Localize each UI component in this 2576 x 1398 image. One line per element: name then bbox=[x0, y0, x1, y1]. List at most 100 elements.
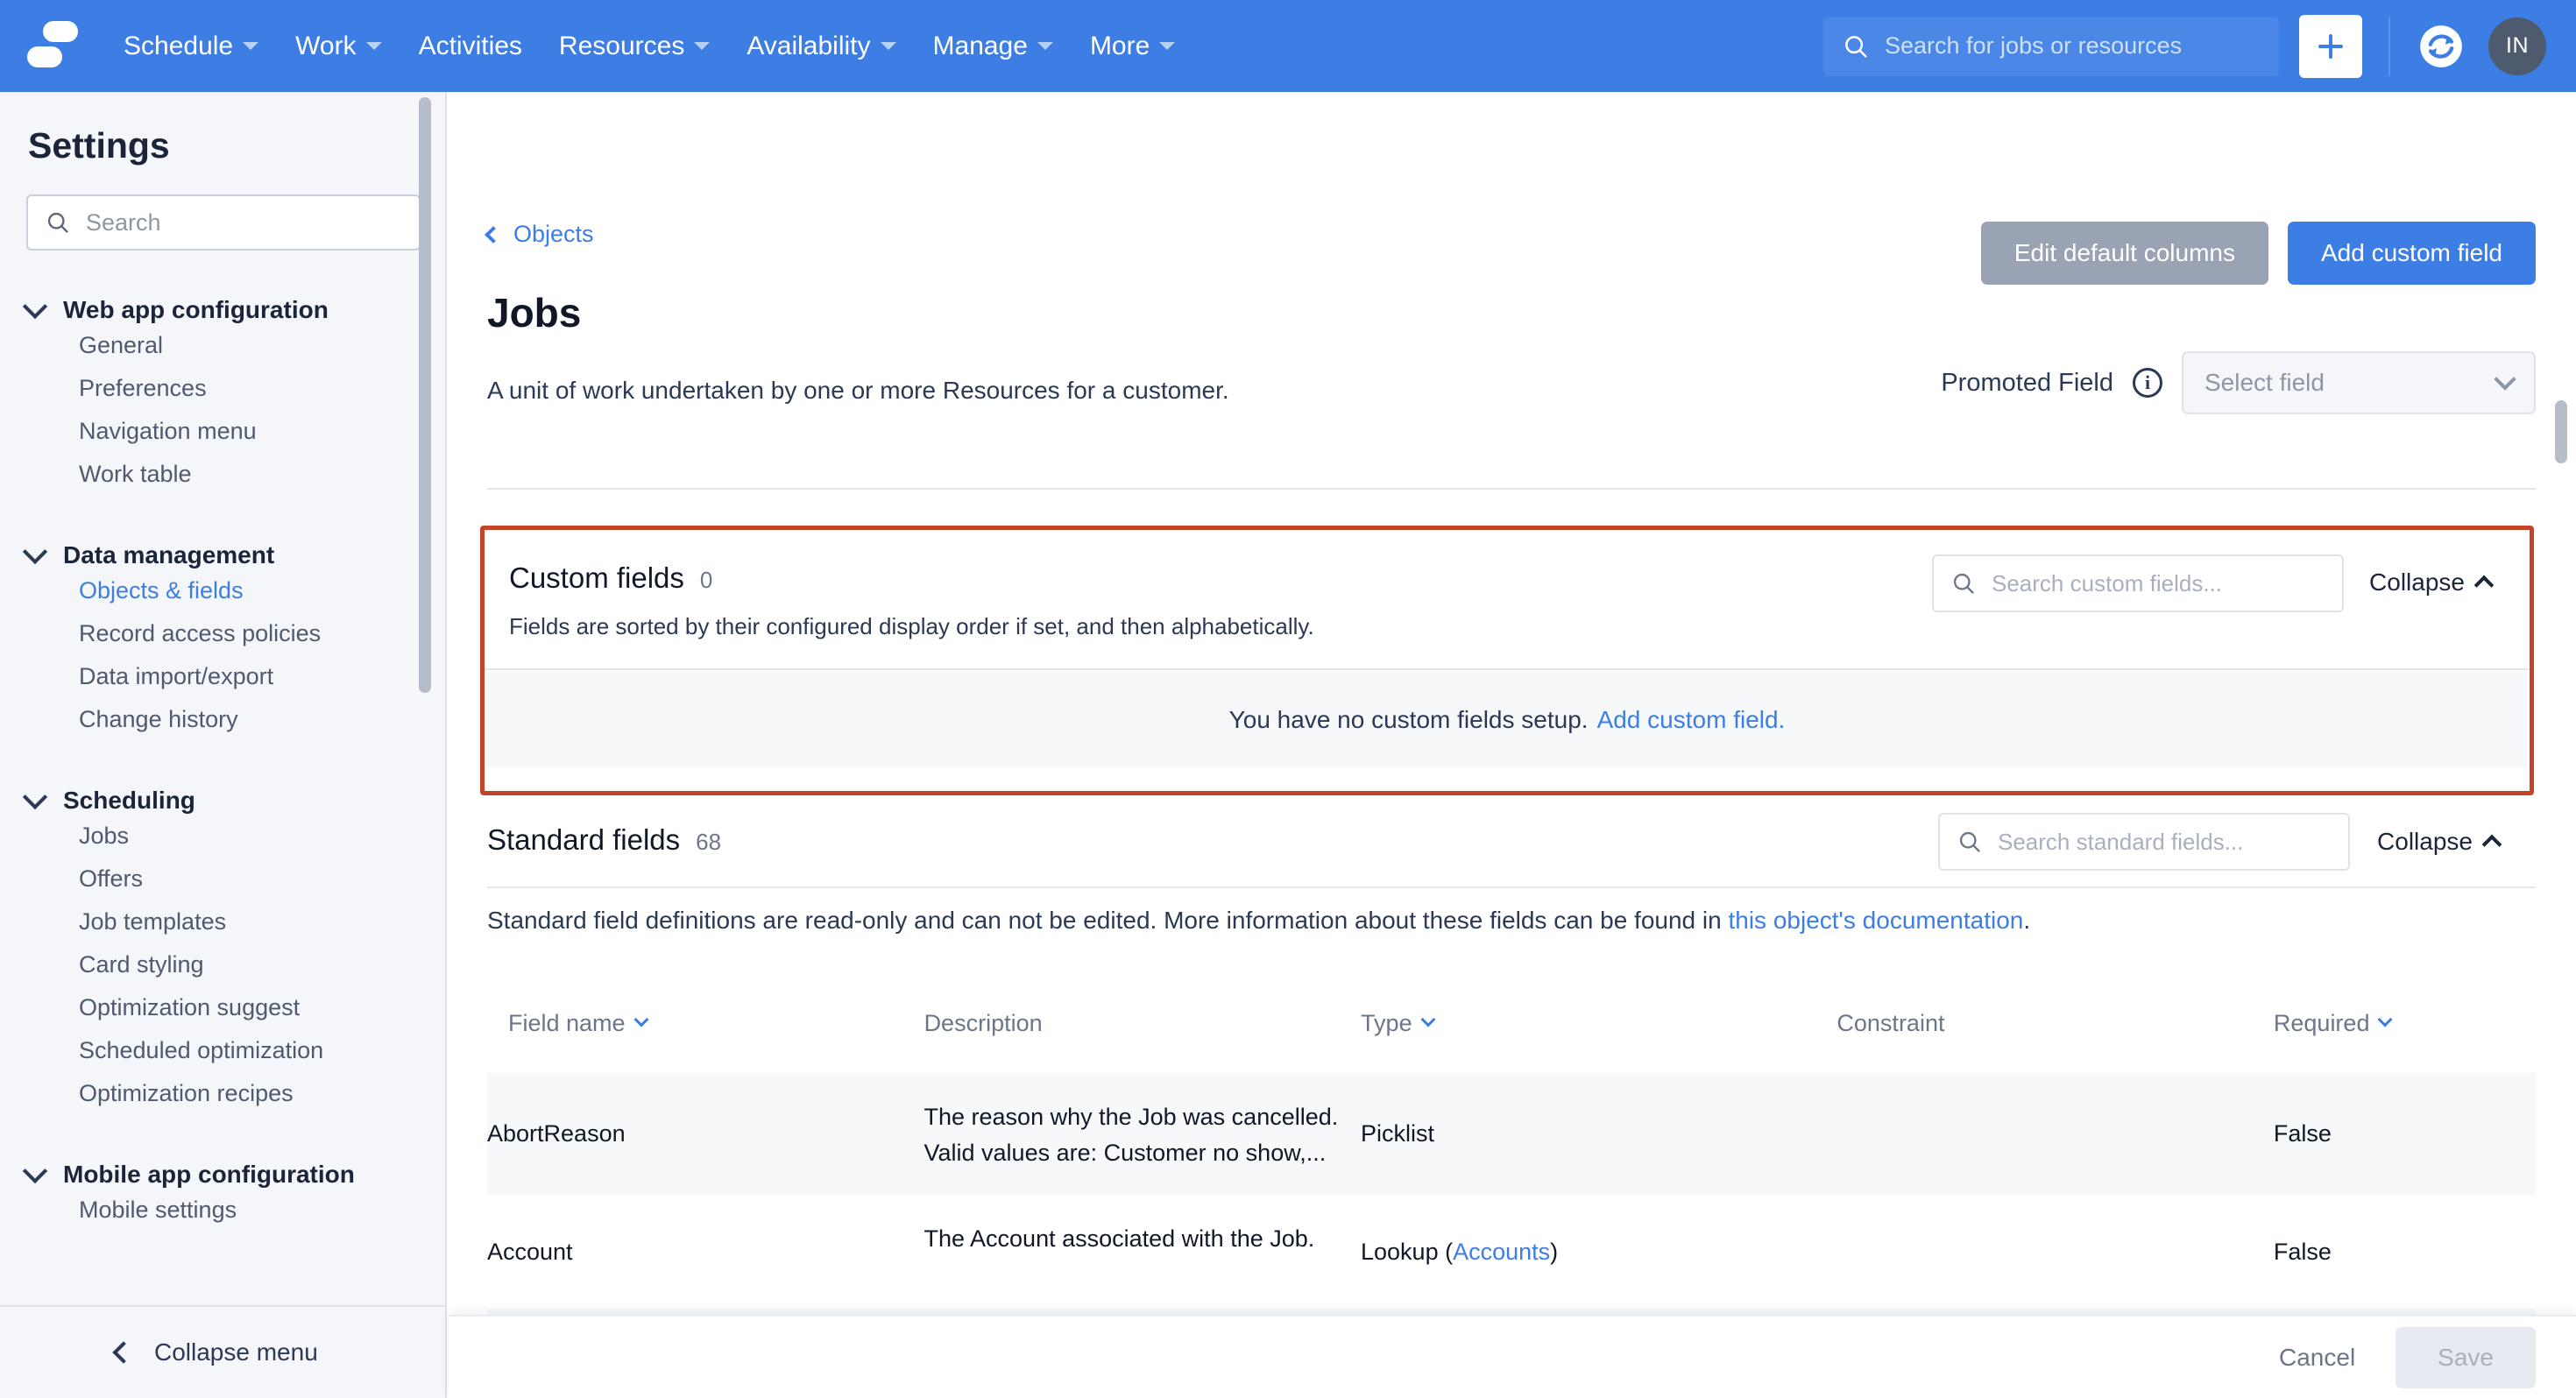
nav-item-availability[interactable]: Availability bbox=[728, 0, 914, 92]
cancel-button[interactable]: Cancel bbox=[2263, 1344, 2371, 1372]
cell-description: The Account associated with the Job. bbox=[924, 1309, 1362, 1315]
custom-fields-subtitle: Fields are sorted by their configured di… bbox=[509, 613, 1314, 640]
sidebar-item-general[interactable]: General bbox=[0, 324, 447, 367]
sidebar-item-preferences[interactable]: Preferences bbox=[0, 367, 447, 410]
custom-fields-collapse-toggle[interactable]: Collapse bbox=[2369, 568, 2491, 597]
sidebar-item-optimization-recipes[interactable]: Optimization recipes bbox=[0, 1072, 447, 1115]
chevron-down-icon bbox=[694, 42, 710, 50]
breadcrumb[interactable]: Objects bbox=[487, 221, 594, 248]
collapse-label: Collapse bbox=[2377, 828, 2473, 856]
sidebar-group-header[interactable]: Scheduling bbox=[0, 787, 447, 815]
add-custom-field-button[interactable]: Add custom field bbox=[2288, 222, 2536, 285]
collapse-menu-button[interactable]: Collapse menu bbox=[0, 1305, 445, 1398]
cell-constraint bbox=[1836, 1073, 2274, 1195]
sidebar-item-work-table[interactable]: Work table bbox=[0, 453, 447, 496]
sidebar-group-label: Mobile app configuration bbox=[63, 1161, 355, 1189]
app-logo[interactable] bbox=[0, 0, 105, 92]
sidebar-item-objects-and-fields[interactable]: Objects & fields bbox=[0, 569, 447, 612]
chevron-down-icon bbox=[1420, 1013, 1435, 1027]
nav-item-manage[interactable]: Manage bbox=[915, 0, 1072, 92]
nav-item-resources[interactable]: Resources bbox=[541, 0, 728, 92]
standard-fields-divider bbox=[487, 886, 2536, 888]
search-icon bbox=[1951, 571, 1976, 596]
skedulo-logo-icon-lower bbox=[27, 46, 62, 67]
standard-fields-note-link[interactable]: this object's documentation bbox=[1728, 907, 2023, 934]
custom-fields-search-input[interactable]: Search custom fields... bbox=[1932, 554, 2344, 612]
nav-item-schedule[interactable]: Schedule bbox=[105, 0, 277, 92]
sidebar-item-jobs[interactable]: Jobs bbox=[0, 815, 447, 858]
nav-item-more[interactable]: More bbox=[1072, 0, 1193, 92]
column-label: Constraint bbox=[1836, 1010, 1944, 1037]
sidebar-item-mobile-settings[interactable]: Mobile settings bbox=[0, 1189, 447, 1232]
column-header-required[interactable]: Required bbox=[2274, 1003, 2536, 1073]
standard-fields-note: Standard field definitions are read-only… bbox=[487, 907, 2030, 935]
custom-fields-divider bbox=[485, 668, 2530, 670]
section-divider bbox=[487, 488, 2536, 490]
sidebar-item-navigation-menu[interactable]: Navigation menu bbox=[0, 410, 447, 453]
sidebar-item-job-templates[interactable]: Job templates bbox=[0, 900, 447, 943]
column-label: Description bbox=[924, 1010, 1043, 1037]
collapse-menu-label: Collapse menu bbox=[154, 1338, 318, 1366]
cell-field-name: Account bbox=[487, 1195, 924, 1309]
custom-fields-search-placeholder: Search custom fields... bbox=[1992, 570, 2222, 597]
chevron-down-icon bbox=[243, 42, 258, 50]
standard-fields-collapse-toggle[interactable]: Collapse bbox=[2377, 828, 2499, 856]
sidebar-item-change-history[interactable]: Change history bbox=[0, 698, 447, 741]
info-icon[interactable]: i bbox=[2133, 368, 2162, 398]
global-search-input[interactable]: Search for jobs or resources bbox=[1823, 17, 2279, 76]
sidebar-group-label: Web app configuration bbox=[63, 296, 329, 324]
nav-right-group: Search for jobs or resources IN bbox=[1823, 15, 2576, 78]
sidebar-search-input[interactable]: Search bbox=[26, 194, 421, 251]
standard-fields-note-prefix: Standard field definitions are read-only… bbox=[487, 907, 1728, 934]
sidebar-item-data-import-export[interactable]: Data import/export bbox=[0, 655, 447, 698]
column-label: Required bbox=[2274, 1010, 2370, 1037]
promoted-field-select[interactable]: Select field bbox=[2182, 351, 2536, 414]
edit-default-columns-button[interactable]: Edit default columns bbox=[1981, 222, 2268, 285]
chevron-down-icon bbox=[2494, 368, 2516, 390]
table-row[interactable]: AccountId The Account associated with th… bbox=[487, 1309, 2536, 1315]
cell-description: The Account associated with the Job. bbox=[924, 1195, 1362, 1309]
custom-fields-empty-link[interactable]: Add custom field. bbox=[1597, 706, 1786, 734]
save-button[interactable]: Save bbox=[2396, 1327, 2536, 1388]
chevron-down-icon bbox=[881, 42, 896, 50]
table-row[interactable]: AbortReason The reason why the Job was c… bbox=[487, 1073, 2536, 1195]
sidebar-item-record-access-policies[interactable]: Record access policies bbox=[0, 612, 447, 655]
sidebar-group-header[interactable]: Mobile app configuration bbox=[0, 1161, 447, 1189]
standard-fields-search-placeholder: Search standard fields... bbox=[1998, 829, 2243, 856]
user-avatar[interactable]: IN bbox=[2488, 18, 2546, 75]
standard-fields-search-input[interactable]: Search standard fields... bbox=[1938, 813, 2350, 871]
add-new-button[interactable] bbox=[2299, 15, 2362, 78]
chevron-up-icon bbox=[2474, 575, 2495, 596]
nav-item-activities[interactable]: Activities bbox=[400, 0, 541, 92]
column-header-field-name[interactable]: Field name bbox=[487, 1003, 924, 1073]
sidebar-group-header[interactable]: Data management bbox=[0, 541, 447, 569]
cell-field-name: AccountId bbox=[487, 1309, 924, 1315]
sidebar-item-card-styling[interactable]: Card styling bbox=[0, 943, 447, 986]
page-title: Jobs bbox=[487, 289, 581, 336]
nav-item-work[interactable]: Work bbox=[277, 0, 400, 92]
main-scrollbar-thumb[interactable] bbox=[2555, 400, 2567, 463]
sync-button[interactable] bbox=[2417, 22, 2466, 71]
cell-constraint bbox=[1836, 1195, 2274, 1309]
standard-fields-title: Standard fields bbox=[487, 823, 680, 857]
sidebar-group-header[interactable]: Web app configuration bbox=[0, 296, 447, 324]
form-footer: Cancel Save bbox=[449, 1315, 2576, 1398]
sidebar-item-offers[interactable]: Offers bbox=[0, 858, 447, 900]
search-icon bbox=[1957, 830, 1982, 854]
column-header-type[interactable]: Type bbox=[1361, 1003, 1836, 1073]
column-header-description: Description bbox=[924, 1003, 1361, 1073]
sidebar-group-label: Data management bbox=[63, 541, 274, 569]
chevron-down-icon bbox=[23, 785, 47, 809]
sidebar-item-optimization-suggest[interactable]: Optimization suggest bbox=[0, 986, 447, 1029]
column-label: Type bbox=[1361, 1010, 1412, 1037]
table-row[interactable]: Account The Account associated with the … bbox=[487, 1195, 2536, 1309]
cell-description: The reason why the Job was cancelled. Va… bbox=[924, 1073, 1362, 1195]
sidebar-scrollbar-thumb[interactable] bbox=[419, 97, 431, 693]
standard-fields-count: 68 bbox=[696, 829, 721, 856]
nav-item-label: Resources bbox=[559, 32, 684, 61]
cell-type-link[interactable]: Accounts bbox=[1453, 1234, 1550, 1270]
avatar-initials: IN bbox=[2506, 33, 2529, 59]
collapse-label: Collapse bbox=[2369, 568, 2465, 597]
standard-fields-table: Field name Description Type Constraint R… bbox=[487, 1003, 2536, 1315]
sidebar-item-scheduled-optimization[interactable]: Scheduled optimization bbox=[0, 1029, 447, 1072]
